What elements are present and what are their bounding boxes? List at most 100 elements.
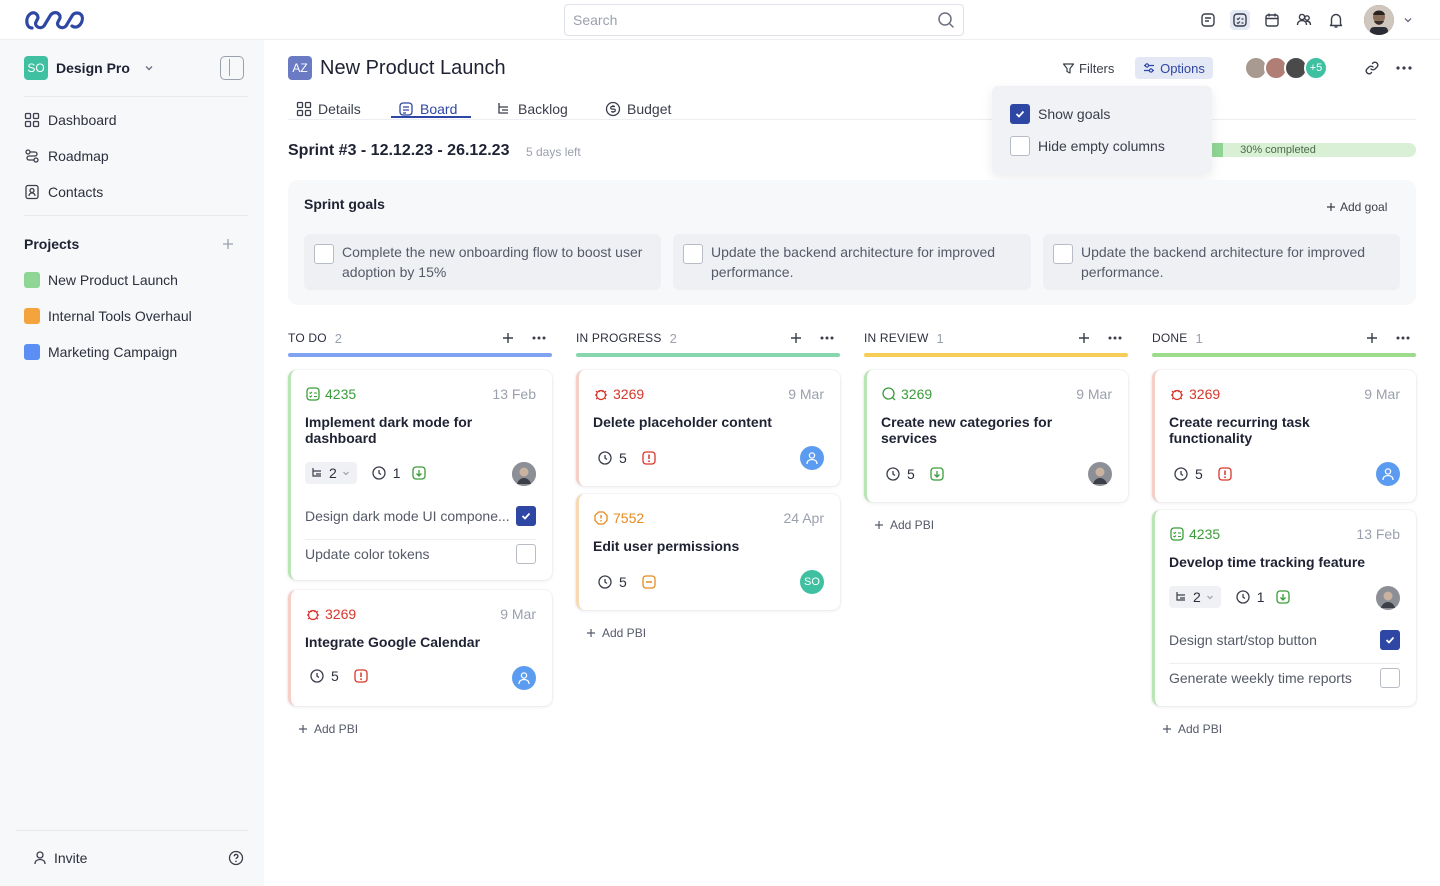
- task-card[interactable]: 4235 13 Feb Implement dark mode for dash…: [288, 370, 552, 580]
- add-goal-button[interactable]: Add goal: [1326, 200, 1387, 214]
- notes-icon[interactable]: [1198, 10, 1218, 30]
- project-item-marketing-campaign[interactable]: Marketing Campaign: [24, 344, 177, 360]
- workspace-switcher[interactable]: SO Design Pro: [24, 56, 156, 80]
- checklist-item[interactable]: Design start/stop button: [1169, 628, 1400, 664]
- chevron-down-icon: [1206, 595, 1213, 600]
- subtasks-badge[interactable]: 2: [305, 462, 357, 484]
- user-avatar[interactable]: [1364, 5, 1394, 35]
- assignee-avatar[interactable]: [800, 446, 824, 470]
- checklist-text: Update color tokens: [305, 546, 430, 562]
- add-pbi-button[interactable]: Add PBI: [874, 518, 934, 532]
- add-card-icon[interactable]: [790, 332, 802, 344]
- column-more-icon[interactable]: [532, 336, 546, 340]
- checkbox[interactable]: [1380, 668, 1400, 688]
- more-icon[interactable]: [1396, 66, 1412, 70]
- column-more-icon[interactable]: [1396, 336, 1410, 340]
- search-input[interactable]: Search: [564, 4, 964, 36]
- add-card-icon[interactable]: [502, 332, 514, 344]
- task-meta: 5: [1173, 466, 1233, 482]
- project-color-swatch: [24, 308, 40, 324]
- assignee-avatar[interactable]: SO: [800, 570, 824, 594]
- backlog-icon: [498, 103, 508, 114]
- goal-checkbox[interactable]: [314, 244, 334, 264]
- logo-icon[interactable]: [24, 8, 86, 32]
- task-card[interactable]: 3269 9 Mar Create new categories for ser…: [864, 370, 1128, 502]
- search-task-icon: [882, 387, 896, 401]
- goal-item[interactable]: Complete the new onboarding flow to boos…: [304, 234, 661, 290]
- task-id: 4235: [305, 386, 356, 402]
- project-item-new-product-launch[interactable]: New Product Launch: [24, 272, 178, 288]
- calendar-icon[interactable]: [1262, 10, 1282, 30]
- add-project-icon[interactable]: [222, 238, 234, 250]
- assignee-avatar[interactable]: [1376, 586, 1400, 610]
- task-card[interactable]: 3269 9 Mar Integrate Google Calendar 5: [288, 590, 552, 706]
- estimate: 5: [907, 466, 915, 482]
- task-card[interactable]: 3269 9 Mar Delete placeholder content 5: [576, 370, 840, 486]
- help-icon[interactable]: [228, 850, 244, 866]
- add-card-icon[interactable]: [1078, 332, 1090, 344]
- task-date: 9 Mar: [1076, 386, 1112, 402]
- team-icon[interactable]: [1294, 10, 1314, 30]
- options-button[interactable]: Options: [1135, 57, 1213, 79]
- checkbox-checked[interactable]: [1380, 629, 1400, 650]
- add-pbi-label: Add PBI: [314, 722, 359, 736]
- task-meta: 5: [885, 466, 945, 482]
- project-item-internal-tools-overhaul[interactable]: Internal Tools Overhaul: [24, 308, 192, 324]
- members-avatar-group[interactable]: +5: [1244, 56, 1334, 80]
- task-card[interactable]: 3269 9 Mar Create recurring task functio…: [1152, 370, 1416, 502]
- nav-item-roadmap[interactable]: Roadmap: [24, 146, 109, 166]
- assignee-avatar[interactable]: [512, 666, 536, 690]
- assignee-avatar[interactable]: [1376, 462, 1400, 486]
- board-icon[interactable]: [1230, 10, 1250, 30]
- add-pbi-button[interactable]: Add PBI: [298, 722, 358, 736]
- task-title: Integrate Google Calendar: [305, 634, 481, 650]
- goal-item[interactable]: Update the backend architecture for impr…: [673, 234, 1031, 290]
- show-goals-option[interactable]: Show goals: [1010, 104, 1110, 124]
- chevron-down-icon[interactable]: [1402, 14, 1414, 26]
- goal-item[interactable]: Update the backend architecture for impr…: [1043, 234, 1400, 290]
- add-pbi-button[interactable]: Add PBI: [1162, 722, 1222, 736]
- link-icon[interactable]: [1364, 60, 1380, 76]
- add-pbi-button[interactable]: Add PBI: [586, 626, 646, 640]
- hide-empty-columns-option[interactable]: Hide empty columns: [1010, 136, 1165, 156]
- goal-checkbox[interactable]: [683, 244, 703, 264]
- checkbox[interactable]: [516, 544, 536, 564]
- user-icon: [34, 851, 46, 865]
- filters-button[interactable]: Filters: [1062, 60, 1114, 76]
- checklist-item[interactable]: Generate weekly time reports: [1169, 668, 1400, 688]
- checkbox-checked[interactable]: [1010, 104, 1030, 124]
- subtasks-badge[interactable]: 2: [1169, 586, 1221, 608]
- add-card-icon[interactable]: [1366, 332, 1378, 344]
- clock-icon: [1174, 467, 1188, 481]
- column-more-icon[interactable]: [820, 336, 834, 340]
- assignee-avatar[interactable]: [512, 462, 536, 486]
- assignee-avatar[interactable]: [1088, 462, 1112, 486]
- checklist-item[interactable]: Update color tokens: [305, 544, 536, 564]
- sprint-goals-title: Sprint goals: [304, 196, 385, 212]
- add-pbi-label: Add PBI: [602, 626, 647, 640]
- estimate: 5: [1195, 466, 1203, 482]
- task-date: 9 Mar: [500, 606, 536, 622]
- task-card[interactable]: 7552 24 Apr Edit user permissions 5 SO: [576, 494, 840, 610]
- bell-icon[interactable]: [1326, 10, 1346, 30]
- column-count: 2: [334, 330, 343, 346]
- nav-item-contacts[interactable]: Contacts: [24, 182, 103, 202]
- nav-item-dashboard[interactable]: Dashboard: [24, 110, 117, 130]
- column-color-bar: [1152, 353, 1416, 357]
- options-label: Options: [1160, 60, 1205, 76]
- checkbox[interactable]: [1010, 136, 1030, 156]
- tab-backlog[interactable]: Backlog: [496, 98, 568, 120]
- collapse-sidebar-icon[interactable]: [220, 56, 244, 80]
- checkbox-checked[interactable]: [516, 505, 536, 526]
- goal-checkbox[interactable]: [1053, 244, 1073, 264]
- invite-button[interactable]: Invite: [32, 850, 87, 866]
- options-dropdown: Show goals Hide empty columns: [992, 86, 1212, 174]
- tab-details[interactable]: Details: [296, 98, 361, 120]
- task-id: 3269: [1169, 386, 1220, 402]
- details-icon: [296, 101, 312, 117]
- tab-budget[interactable]: Budget: [605, 98, 671, 120]
- task-card[interactable]: 4235 13 Feb Develop time tracking featur…: [1152, 510, 1416, 706]
- column-more-icon[interactable]: [1108, 336, 1122, 340]
- task-id-text: 3269: [613, 386, 645, 402]
- checklist-item[interactable]: Design dark mode UI compone...: [305, 504, 536, 540]
